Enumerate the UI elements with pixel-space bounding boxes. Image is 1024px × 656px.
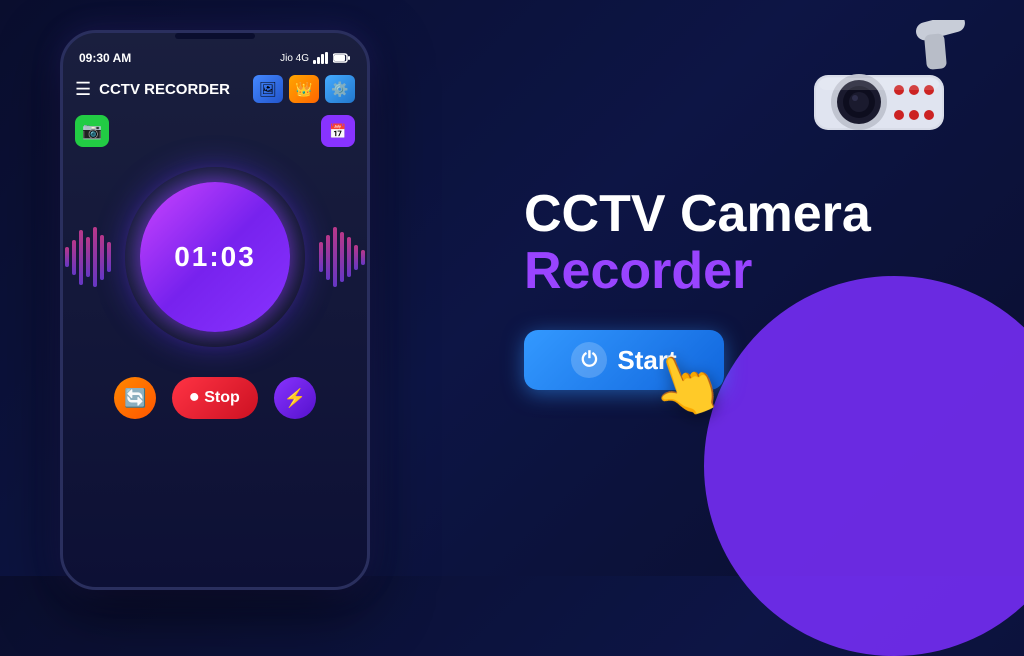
power-icon: ⏻ xyxy=(571,342,607,378)
flash-button[interactable]: ⚡ xyxy=(274,377,316,419)
status-bar: 09:30 AM Jio 4G xyxy=(63,43,367,69)
timer-ring: 01:03 xyxy=(125,167,305,347)
rotate-button[interactable]: 🔄 xyxy=(114,377,156,419)
app-title: CCTV RECORDER xyxy=(99,81,245,98)
gallery-button[interactable]: 🖼 xyxy=(253,75,283,103)
signal-icon xyxy=(313,52,329,64)
settings-button[interactable]: ⚙️ xyxy=(325,75,355,103)
status-time: 09:30 AM xyxy=(79,51,131,65)
quick-buttons-row: 📷 📅 xyxy=(73,113,357,149)
right-panel: CCTV Camera Recorder ⏻ Start 👆 xyxy=(504,0,1024,576)
carrier-label: Jio 4G xyxy=(280,53,309,64)
app-bar: ☰ CCTV RECORDER 🖼 👑 ⚙️ xyxy=(63,69,367,109)
wave-left xyxy=(65,227,111,287)
hamburger-icon[interactable]: ☰ xyxy=(75,79,91,100)
wave-right xyxy=(319,227,365,287)
timer-display: 01:03 xyxy=(174,241,256,273)
app-bar-icons: 🖼 👑 ⚙️ xyxy=(253,75,355,103)
timer-area: 01:03 xyxy=(73,157,357,357)
battery-icon xyxy=(333,53,351,63)
heading-line1: CCTV Camera xyxy=(524,186,964,243)
timer-circle: 01:03 xyxy=(140,182,290,332)
bottom-controls: 🔄 ⏺ Stop ⚡ xyxy=(73,377,357,419)
phone-notch xyxy=(175,33,255,39)
crown-button[interactable]: 👑 xyxy=(289,75,319,103)
phone-screen: 09:30 AM Jio 4G ☰ C xyxy=(60,30,370,590)
quick-btn-purple[interactable]: 📅 xyxy=(321,115,355,147)
quick-btn-green[interactable]: 📷 xyxy=(75,115,109,147)
stop-label: Stop xyxy=(204,389,240,407)
phone-content: 📷 📅 01:03 xyxy=(63,109,367,423)
status-right: Jio 4G xyxy=(280,52,351,64)
heading-line2: Recorder xyxy=(524,243,964,300)
start-button-wrapper: ⏻ Start 👆 xyxy=(524,330,744,390)
phone-mockup: 09:30 AM Jio 4G ☰ C xyxy=(60,30,400,550)
stop-button[interactable]: ⏺ Stop xyxy=(172,377,258,419)
stop-record-icon: ⏺ xyxy=(190,389,198,407)
